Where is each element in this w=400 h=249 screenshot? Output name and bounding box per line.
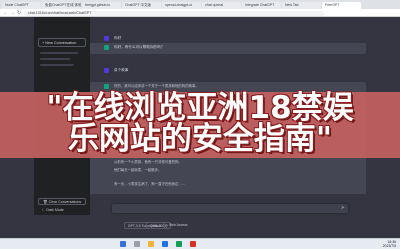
folder-icon[interactable] (148, 241, 154, 247)
dark-mode-label: Dark Mode (46, 208, 64, 212)
app-icon[interactable] (190, 241, 196, 247)
chat-message: 你好 (90, 34, 366, 43)
title-banner: "在线浏览亚洲18禁娱 乐网站的安全指南" (0, 92, 400, 158)
address-bar: ← → ↻ chat.1016ui.cn/chat/local-web/Chat… (0, 9, 400, 17)
browser-tab[interactable]: Integrate ChatGPT (242, 2, 281, 9)
browser-tab[interactable]: chat openai (202, 2, 241, 9)
banner-title-line: 乐网站的安全指南" (67, 121, 333, 157)
assistant-avatar (104, 84, 109, 89)
message-text: 你好 (114, 36, 122, 40)
chat-input[interactable]: ➤ (112, 204, 348, 213)
conversation-item[interactable] (40, 58, 70, 60)
dark-mode-toggle[interactable]: ☾ Dark Mode (38, 207, 86, 214)
user-avatar (104, 68, 109, 73)
response-paragraph: 好的，我可以给你讲一个关于一个男孩和他的狗的故事。 (114, 84, 199, 88)
forward-icon[interactable]: → (10, 10, 15, 16)
windows-start-icon[interactable] (120, 241, 126, 247)
chat-message: 你好，有什么可以帮助你的吗？ (90, 43, 366, 54)
conversation-item[interactable] (40, 52, 78, 54)
conversation-item[interactable] (40, 64, 74, 66)
app-icon[interactable] (176, 241, 182, 247)
browser-tab[interactable]: Node ChatGPT (2, 2, 41, 9)
browser-tab[interactable]: New Tab (282, 2, 321, 9)
browser-tab[interactable]: 免费ChatGPT在线 体验 (42, 2, 81, 9)
taskbar: 16:36 2023/7/5 (0, 238, 400, 249)
system-clock[interactable]: 16:36 2023/7/5 (383, 240, 396, 249)
browser-tab[interactable]: openai-chatgpt-ui (162, 2, 201, 9)
browser-tab[interactable]: freegpt.github.io (82, 2, 121, 9)
web-access-label: Web Access (169, 223, 188, 227)
new-conversation-label: New Conversation (45, 41, 77, 45)
response-paragraph: 有一天，小男孩生病了，狗一直守在他身边…… (114, 182, 186, 186)
chrome-icon[interactable] (162, 241, 168, 247)
chat-message: 讲个故事 (90, 66, 366, 75)
web-access-toggle[interactable]: ○ Web Access (166, 222, 188, 229)
clear-conversations-label: Clear Conversations (48, 200, 82, 204)
send-icon[interactable]: ➤ (341, 205, 345, 212)
message-text: 讲个故事 (114, 68, 129, 72)
browser-tab[interactable]: ChatGPT 中文版 (122, 2, 161, 9)
response-paragraph: 他们每天一起玩耍，一起散步。 (114, 168, 162, 172)
new-conversation-button[interactable]: + New Conversation (38, 38, 86, 47)
browser-tab-strip: Node ChatGPT 免费ChatGPT在线 体验 freegpt.gith… (0, 0, 400, 9)
reload-icon[interactable]: ↻ (17, 10, 21, 16)
assistant-avatar (104, 45, 109, 50)
url-input[interactable]: chat.1016ui.cn/chat/local-web/ChatGPT (24, 10, 324, 16)
browser-tab-active[interactable]: FreeGPT (322, 2, 361, 9)
search-icon[interactable] (134, 241, 140, 247)
back-icon[interactable]: ← (3, 10, 8, 16)
clock-date: 2023/7/5 (382, 244, 396, 249)
message-text: 你好，有什么可以帮助你的吗？ (114, 45, 165, 49)
user-avatar (104, 36, 109, 41)
response-paragraph: 从前有一个小男孩，他有一只非常可爱的狗。 (114, 160, 182, 164)
clear-conversations-button[interactable]: 🗑 Clear Conversations (38, 198, 86, 205)
mode-select[interactable]: Default (146, 222, 165, 229)
